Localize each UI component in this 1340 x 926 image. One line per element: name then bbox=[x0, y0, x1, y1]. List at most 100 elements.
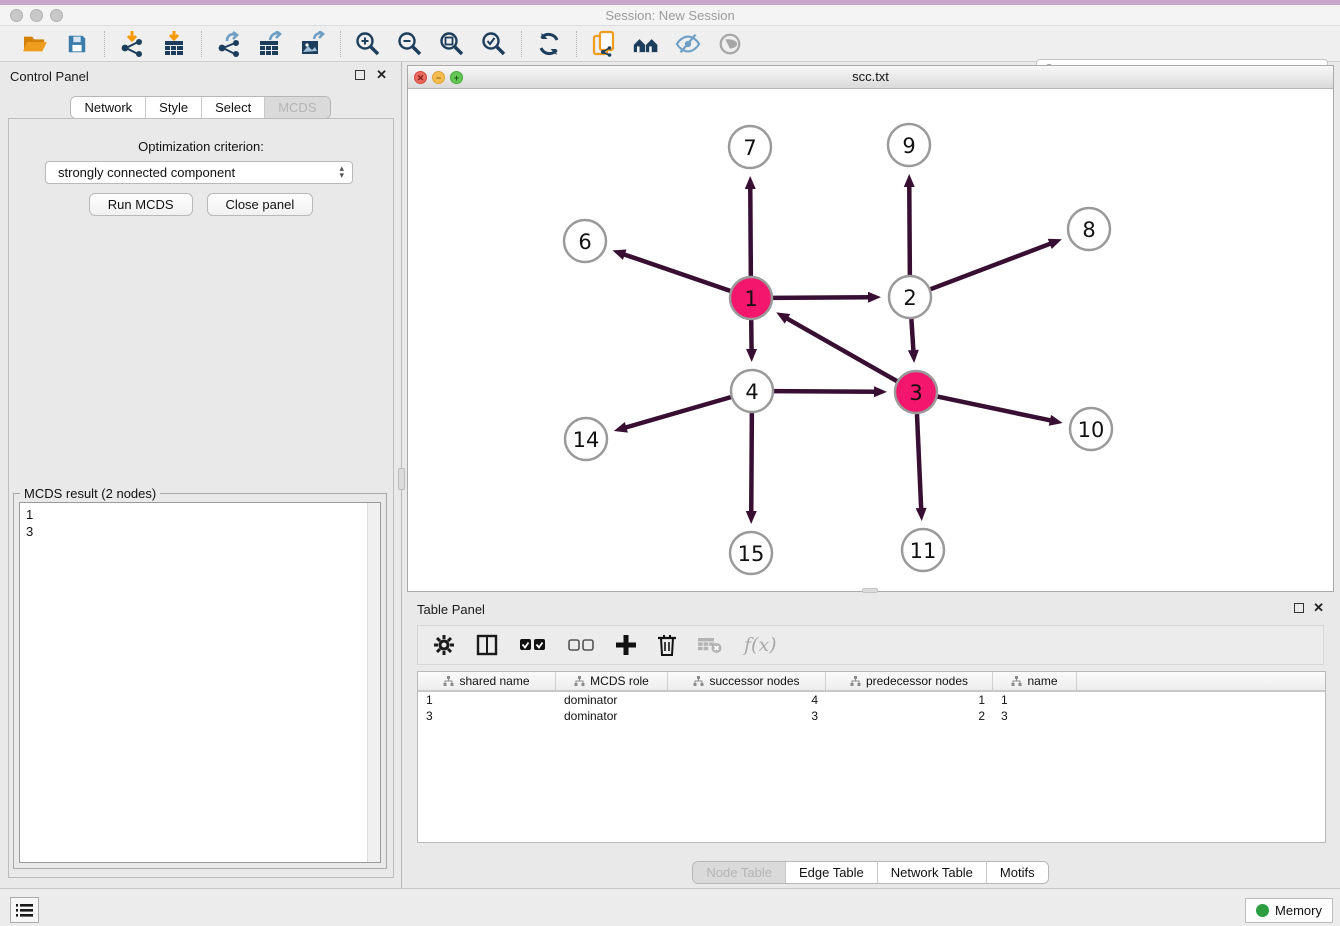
edge-4-15[interactable] bbox=[751, 413, 752, 513]
edge-2-8[interactable] bbox=[931, 243, 1052, 289]
edge-3-10[interactable] bbox=[938, 397, 1052, 421]
export-table-icon[interactable] bbox=[258, 31, 284, 57]
tab-select[interactable]: Select bbox=[201, 97, 264, 118]
column-header-label: MCDS role bbox=[590, 674, 649, 688]
function-builder-icon[interactable]: f(x) bbox=[744, 633, 777, 657]
tab-node-table[interactable]: Node Table bbox=[693, 862, 785, 883]
edge-1-2[interactable] bbox=[773, 297, 870, 298]
table-row[interactable]: 1dominator411 bbox=[418, 692, 1325, 708]
split-panel-icon[interactable] bbox=[476, 633, 498, 657]
edge-2-9[interactable] bbox=[909, 185, 910, 275]
node-label-8: 8 bbox=[1082, 218, 1095, 242]
table-row[interactable]: 3dominator323 bbox=[418, 708, 1325, 724]
mcds-result-group: MCDS result (2 nodes) 13 bbox=[13, 493, 387, 869]
node-table[interactable]: shared name MCDS role successor nodes prede… bbox=[417, 671, 1326, 843]
column-header-predecessor-nodes[interactable]: predecessor nodes bbox=[826, 672, 993, 690]
close-table-panel-icon[interactable]: ✕ bbox=[1313, 600, 1324, 616]
memory-status-icon bbox=[1256, 904, 1269, 917]
clone-network-icon[interactable] bbox=[591, 31, 617, 57]
first-neighbors-icon[interactable] bbox=[633, 31, 659, 57]
add-column-icon[interactable] bbox=[616, 633, 636, 657]
task-history-button[interactable] bbox=[10, 897, 39, 923]
close-window-button[interactable] bbox=[10, 9, 23, 22]
table-toolbar: f(x) bbox=[417, 625, 1324, 665]
network-close-icon[interactable]: ✕ bbox=[414, 71, 427, 84]
tab-edge-table[interactable]: Edge Table bbox=[785, 862, 877, 883]
table-cell: 3 bbox=[993, 708, 1077, 724]
column-header-name[interactable]: name bbox=[993, 672, 1077, 690]
save-session-icon[interactable] bbox=[64, 31, 90, 57]
network-minimize-icon[interactable]: − bbox=[432, 71, 445, 84]
edge-2-3[interactable] bbox=[911, 319, 913, 352]
maximize-window-button[interactable] bbox=[50, 9, 63, 22]
column-header-label: name bbox=[1027, 674, 1057, 688]
float-table-panel-icon[interactable] bbox=[1294, 603, 1304, 613]
select-all-checkboxes-icon[interactable] bbox=[520, 633, 546, 657]
edge-arrowhead bbox=[614, 422, 628, 433]
column-header-label: shared name bbox=[459, 674, 529, 688]
table-panel-title: Table Panel bbox=[417, 602, 485, 617]
zoom-fit-icon[interactable] bbox=[439, 31, 465, 57]
minimize-window-button[interactable] bbox=[30, 9, 43, 22]
tab-style[interactable]: Style bbox=[145, 97, 201, 118]
refresh-icon[interactable] bbox=[536, 31, 562, 57]
export-network-icon[interactable] bbox=[216, 31, 242, 57]
export-image-icon[interactable] bbox=[300, 31, 326, 57]
table-cell: 3 bbox=[418, 708, 556, 724]
deselect-all-checkboxes-icon[interactable] bbox=[568, 633, 594, 657]
table-cell: dominator bbox=[556, 692, 668, 708]
node-label-7: 7 bbox=[743, 136, 756, 160]
show-graphics-details-icon[interactable] bbox=[717, 31, 743, 57]
mcds-result-legend: MCDS result (2 nodes) bbox=[20, 486, 160, 501]
select-stepper-icon: ▴▾ bbox=[339, 165, 344, 179]
panel-splitter-handle[interactable] bbox=[398, 468, 405, 490]
zoom-in-icon[interactable] bbox=[355, 31, 381, 57]
column-settings-icon[interactable] bbox=[434, 633, 454, 657]
network-window-titlebar[interactable]: ✕ − + scc.txt bbox=[408, 66, 1333, 89]
tab-network-table[interactable]: Network Table bbox=[877, 862, 986, 883]
float-panel-icon[interactable] bbox=[355, 70, 365, 80]
table-cell: 2 bbox=[826, 708, 993, 724]
delete-column-icon[interactable] bbox=[658, 633, 676, 657]
mcds-result-scrollbar[interactable] bbox=[367, 503, 380, 862]
optimization-criterion-select[interactable]: strongly connected component ▴▾ bbox=[45, 161, 353, 184]
edge-3-1[interactable] bbox=[786, 318, 897, 381]
tab-network[interactable]: Network bbox=[71, 97, 145, 118]
tab-motifs[interactable]: Motifs bbox=[986, 862, 1048, 883]
column-header-shared-name[interactable]: shared name bbox=[418, 672, 556, 690]
mcds-result-line: 1 bbox=[26, 506, 33, 523]
titlebar: Session: New Session bbox=[0, 5, 1340, 26]
delete-table-icon[interactable] bbox=[698, 633, 722, 657]
network-window: ✕ − + scc.txt 7968124314101511 bbox=[407, 65, 1334, 592]
edge-3-11[interactable] bbox=[917, 414, 921, 510]
edge-4-14[interactable] bbox=[624, 397, 730, 428]
edge-1-7[interactable] bbox=[750, 187, 751, 276]
edge-arrowhead bbox=[746, 511, 757, 524]
mcds-result-textarea[interactable]: 13 bbox=[19, 502, 381, 863]
column-header-successor-nodes[interactable]: successor nodes bbox=[668, 672, 826, 690]
zoom-out-icon[interactable] bbox=[397, 31, 423, 57]
close-panel-button[interactable]: Close panel bbox=[207, 193, 314, 216]
edge-arrowhead bbox=[916, 508, 927, 521]
import-table-icon[interactable] bbox=[161, 31, 187, 57]
window-resize-handle[interactable] bbox=[862, 588, 878, 593]
optimization-criterion-value: strongly connected component bbox=[58, 165, 235, 180]
memory-button[interactable]: Memory bbox=[1245, 898, 1333, 923]
tab-mcds[interactable]: MCDS bbox=[264, 97, 329, 118]
node-label-10: 10 bbox=[1078, 418, 1105, 442]
close-panel-icon[interactable]: ✕ bbox=[376, 67, 387, 83]
edge-arrowhead bbox=[612, 249, 626, 259]
zoom-selected-icon[interactable] bbox=[481, 31, 507, 57]
node-label-9: 9 bbox=[902, 134, 915, 158]
network-maximize-icon[interactable]: + bbox=[450, 71, 463, 84]
edge-arrowhead bbox=[904, 174, 915, 187]
hide-selected-icon[interactable] bbox=[675, 31, 701, 57]
network-canvas[interactable]: 7968124314101511 bbox=[408, 89, 1333, 591]
column-header-MCDS-role[interactable]: MCDS role bbox=[556, 672, 668, 690]
run-mcds-button[interactable]: Run MCDS bbox=[89, 193, 193, 216]
column-header-label: successor nodes bbox=[709, 674, 799, 688]
edge-4-3[interactable] bbox=[774, 391, 876, 392]
open-file-icon[interactable] bbox=[22, 31, 48, 57]
import-network-icon[interactable] bbox=[119, 31, 145, 57]
edge-1-6[interactable] bbox=[623, 254, 730, 291]
